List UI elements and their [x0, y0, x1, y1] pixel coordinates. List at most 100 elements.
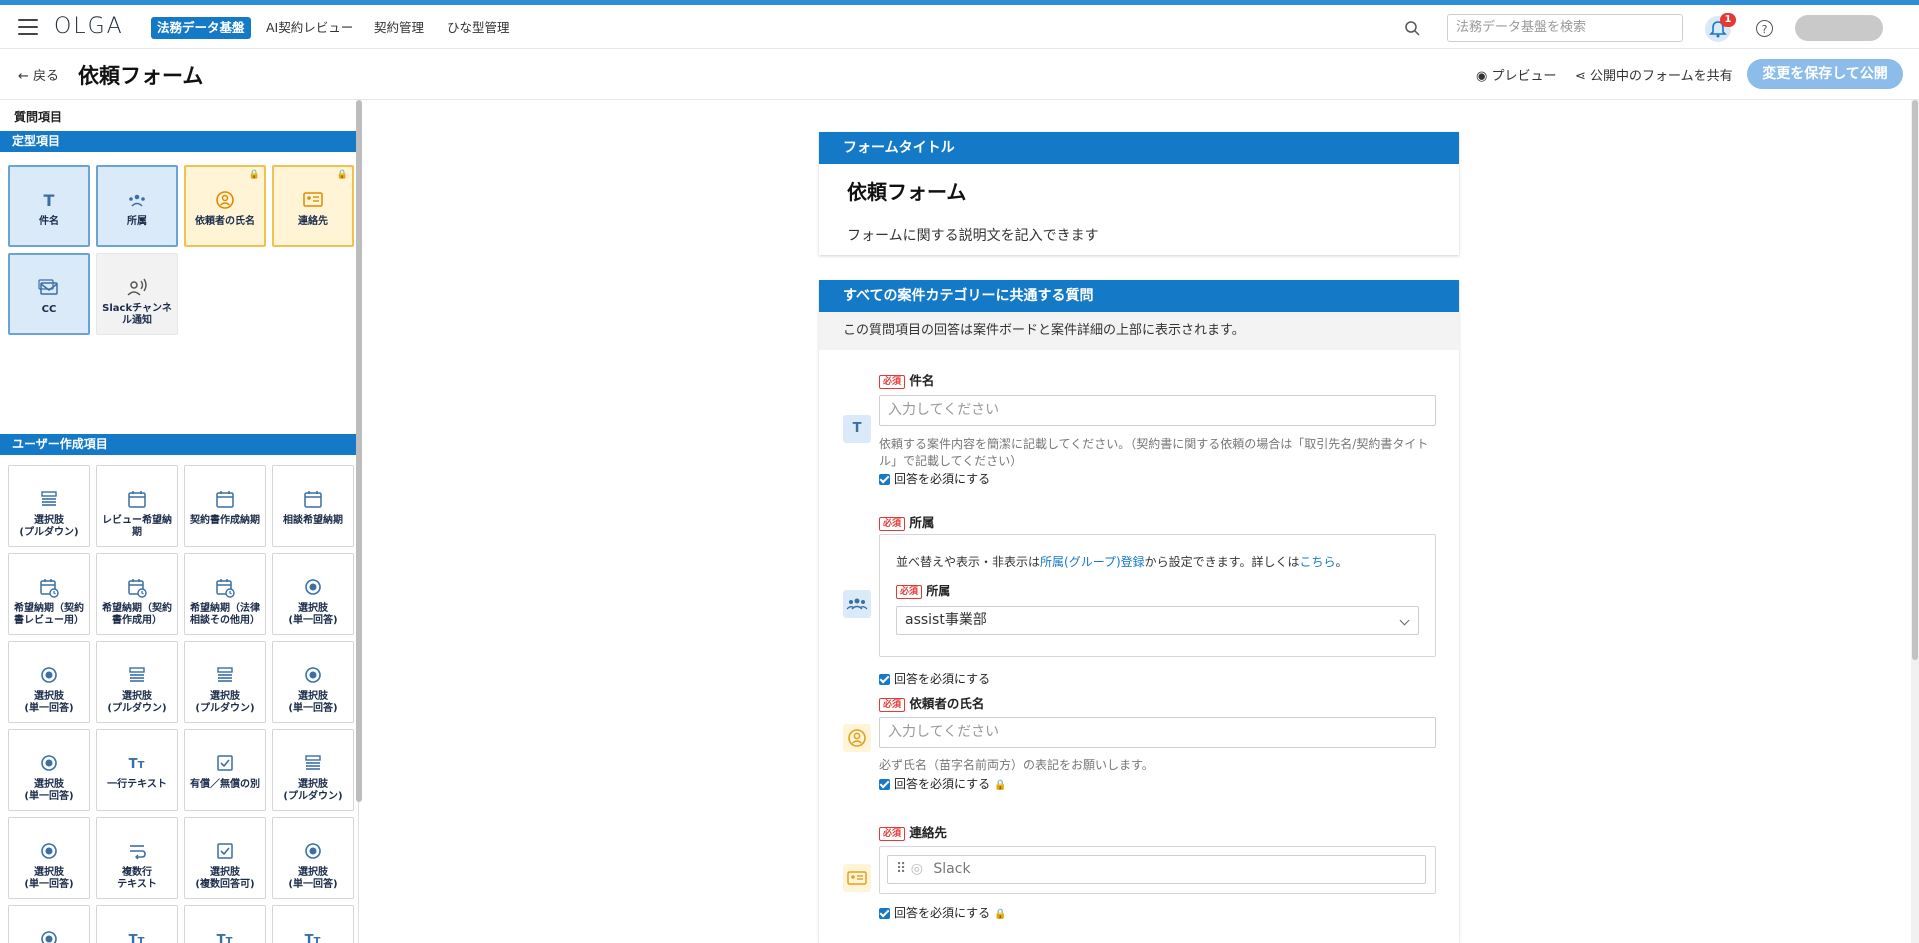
nav-legal-data[interactable]: 法務データ基盤 — [151, 17, 251, 39]
user-avatar[interactable] — [1795, 15, 1883, 41]
fixed-tile-label: 依頼者の氏名 — [195, 216, 255, 227]
search-person-icon[interactable] — [1402, 19, 1422, 39]
user-tile[interactable]: 選択肢 (プルダウン) — [8, 465, 90, 547]
required-checkbox-contact[interactable]: 回答を必須にする 🔒 — [879, 904, 1007, 921]
main-scrollbar[interactable] — [1911, 100, 1919, 943]
requester-name-help-text: 必ず氏名（苗字名前両方）の表記をお願いします。 — [879, 758, 1154, 772]
preview-button[interactable]: ◉ プレビュー — [1476, 65, 1557, 84]
search-input[interactable]: 法務データ基盤を検索 — [1447, 14, 1683, 42]
back-button[interactable]: ← 戻る — [18, 65, 59, 84]
logo[interactable]: OLGA — [54, 14, 124, 39]
svg-text:T: T — [138, 936, 145, 943]
group-registration-link[interactable]: 所属(グループ)登録 — [1040, 555, 1145, 569]
save-publish-button[interactable]: 変更を保存して公開 — [1747, 59, 1903, 89]
text-size-icon: TT — [129, 933, 145, 943]
question-item-sidebar: 質問項目 定型項目 T 件名 所属 依頼者の氏名 🔒 連絡先 🔒 CC Slackチャンネル通知… — [0, 100, 359, 943]
common-questions-card: すべての案件カテゴリーに共通する質問 この質問項目の回答は案件ボードと案件詳細の… — [819, 280, 1459, 943]
user-items-section: ユーザー作成項目 — [0, 434, 356, 455]
eye-icon: ◉ — [1476, 69, 1488, 84]
fixed-tile[interactable]: 依頼者の氏名 🔒 — [184, 165, 266, 247]
user-tile[interactable]: TT — [272, 905, 354, 943]
details-link[interactable]: こちら — [1299, 555, 1335, 569]
user-tile-label: 選択肢 (プルダウン) — [283, 779, 343, 802]
required-checkbox-label: 回答を必須にする — [894, 672, 991, 686]
fixed-tile[interactable]: 所属 — [96, 165, 178, 247]
department-sub-label: 所属 — [926, 584, 951, 598]
radio-icon — [305, 579, 321, 595]
fixed-tile[interactable]: 連絡先 🔒 — [272, 165, 354, 247]
user-tile[interactable]: 選択肢 (単一回答) — [8, 817, 90, 899]
user-tile[interactable]: 契約書作成納期 — [184, 465, 266, 547]
form-description[interactable]: フォームに関する説明文を記入できます — [847, 225, 1099, 245]
user-tile[interactable]: 選択肢 (単一回答) — [272, 641, 354, 723]
department-subpanel: 並べ替えや表示・非表示は所属(グループ)登録から設定できます。詳しくはこちら。 … — [879, 534, 1436, 657]
form-editor: フォームタイトル 依頼フォーム フォームに関する説明文を記入できます すべての案… — [364, 100, 1919, 943]
user-tile[interactable]: レビュー希望納期 — [96, 465, 178, 547]
user-tile[interactable]: 選択肢 (単一回答) — [272, 553, 354, 635]
user-tile[interactable]: 選択肢 (単一回答) — [8, 729, 90, 811]
form-title-card[interactable]: フォームタイトル 依頼フォーム フォームに関する説明文を記入できます — [819, 132, 1459, 255]
user-tile-label: 選択肢 (単一回答) — [288, 603, 338, 626]
user-tile[interactable]: 選択肢 (プルダウン) — [96, 641, 178, 723]
user-tile[interactable]: 選択肢 (単一回答) — [8, 641, 90, 723]
user-tile-label: 有償／無償の別 — [190, 779, 260, 790]
drag-handle-icon[interactable]: ⠿ — [896, 861, 906, 877]
nav-ai-review[interactable]: AI契約レビュー — [260, 17, 359, 39]
user-tile[interactable]: 希望納期（契約書作成用） — [96, 553, 178, 635]
svg-text:T: T — [217, 933, 226, 943]
user-tile[interactable]: 選択肢 (プルダウン) — [184, 641, 266, 723]
department-selected-value: assist事業部 — [905, 612, 987, 628]
hamburger-menu-icon[interactable] — [18, 19, 38, 35]
svg-text:T: T — [138, 760, 145, 771]
user-tile[interactable]: TT — [184, 905, 266, 943]
lock-icon: 🔒 — [994, 780, 1007, 791]
user-tile[interactable]: 希望納期（契約書レビュー用） — [8, 553, 90, 635]
user-tile[interactable]: 選択肢 (プルダウン) — [272, 729, 354, 811]
department-select[interactable]: assist事業部 — [896, 606, 1419, 635]
dropdown-icon — [217, 667, 233, 682]
fixed-tile[interactable]: Slackチャンネル通知 — [96, 253, 178, 335]
user-tile[interactable]: 複数行 テキスト — [96, 817, 178, 899]
required-checkbox-subject[interactable]: 回答を必須にする — [879, 470, 990, 487]
calendar-clock-icon — [40, 579, 59, 598]
checkbox-icon — [879, 474, 890, 485]
share-form-button[interactable]: ⋖ 公開中のフォームを共有 — [1575, 65, 1733, 84]
notification-badge: 1 — [1720, 13, 1736, 27]
fixed-tile[interactable]: CC — [8, 253, 90, 335]
required-checkbox-label: 回答を必須にする — [894, 472, 991, 486]
group-icon — [843, 590, 871, 618]
required-checkbox-label: 回答を必須にする — [894, 906, 991, 920]
user-tile-label: 選択肢 (複数回答可) — [195, 867, 255, 890]
user-tile[interactable]: T T 一行テキスト — [96, 729, 178, 811]
nav-contract-management[interactable]: 契約管理 — [368, 17, 430, 39]
fixed-items-section: 定型項目 — [0, 131, 356, 152]
fixed-tile[interactable]: T 件名 — [8, 165, 90, 247]
question-department-label: 所属 — [909, 515, 935, 530]
requester-name-input[interactable]: 入力してください — [879, 717, 1436, 748]
share-icon: ⋖ — [1575, 69, 1586, 84]
user-tile-label: 相談希望納期 — [283, 515, 343, 526]
question-subject-label: 件名 — [909, 373, 935, 388]
user-tile[interactable]: 選択肢 (複数回答可) — [184, 817, 266, 899]
user-tile[interactable]: 選択肢 (単一回答) — [272, 817, 354, 899]
nav-template-management[interactable]: ひな型管理 — [441, 17, 516, 39]
required-checkbox-requester[interactable]: 回答を必須にする 🔒 — [879, 775, 1007, 792]
form-title-text[interactable]: 依頼フォーム — [847, 176, 966, 205]
user-tile[interactable] — [8, 905, 90, 943]
sidebar-scrollbar[interactable] — [356, 100, 362, 802]
help-icon[interactable]: ? — [1756, 20, 1773, 37]
user-tile[interactable]: 有償／無償の別 — [184, 729, 266, 811]
user-tile-label: 希望納期（契約書作成用） — [102, 603, 172, 626]
required-checkbox-department[interactable]: 回答を必須にする — [879, 670, 990, 687]
fixed-tile-label: 件名 — [39, 216, 59, 227]
user-tile[interactable]: TT — [96, 905, 178, 943]
top-navbar: OLGA 法務データ基盤 AI契約レビュー 契約管理 ひな型管理 法務データ基盤… — [0, 5, 1919, 49]
checkbox-icon — [217, 843, 233, 859]
back-label: 戻る — [33, 69, 60, 84]
user-tile[interactable]: 相談希望納期 — [272, 465, 354, 547]
radio-icon — [305, 843, 321, 859]
contact-option-row[interactable]: ⠿ ◎ Slack — [887, 855, 1426, 884]
preview-label: プレビュー — [1491, 69, 1557, 84]
subject-input[interactable]: 入力してください — [879, 395, 1436, 426]
user-tile[interactable]: 希望納期（法律相談その他用） — [184, 553, 266, 635]
